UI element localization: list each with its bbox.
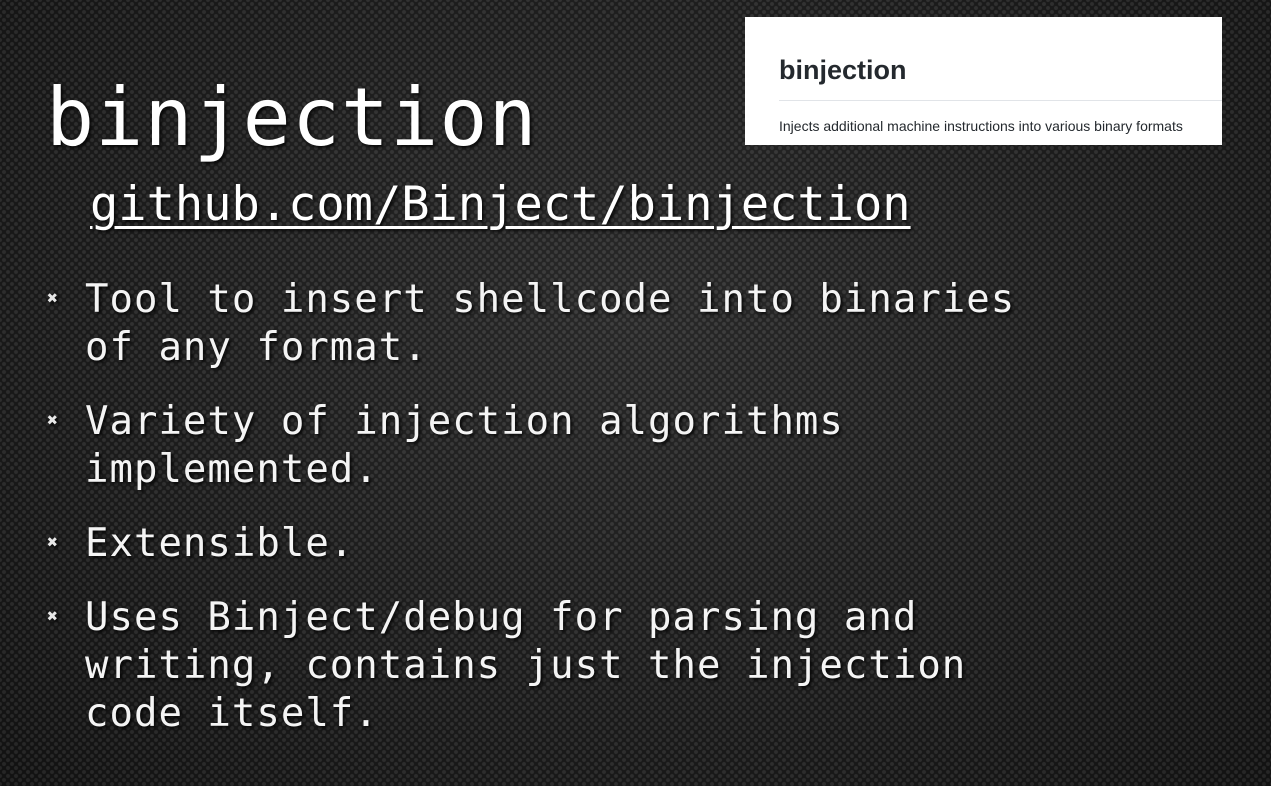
bullet-list: ✖ Tool to insert shellcode into binaries… [44, 276, 1104, 764]
repo-card-description: Injects additional machine instructions … [779, 118, 1183, 134]
repo-link[interactable]: github.com/Binject/binjection [90, 181, 911, 228]
bullet-icon: ✖ [47, 410, 59, 431]
bullet-icon: ✖ [47, 532, 59, 553]
bullet-icon: ✖ [47, 288, 59, 309]
bullet-item: ✖ Extensible. [44, 520, 1104, 568]
bullet-item: ✖ Tool to insert shellcode into binaries… [44, 276, 1104, 372]
repo-card-title: binjection [779, 55, 907, 85]
bullet-text: Variety of injection algorithms implemen… [85, 399, 844, 492]
bullet-item: ✖ Uses Binject/debug for parsing and wri… [44, 594, 1104, 738]
bullet-text: Tool to insert shellcode into binaries o… [85, 277, 1016, 370]
bullet-icon: ✖ [47, 606, 59, 627]
bullet-text: Uses Binject/debug for parsing and writi… [85, 595, 967, 736]
slide-title: binjection [46, 71, 538, 164]
repo-card-screenshot: binjection Injects additional machine in… [745, 17, 1222, 145]
repo-card-divider [779, 100, 1222, 101]
bullet-item: ✖ Variety of injection algorithms implem… [44, 398, 1104, 494]
bullet-text: Extensible. [85, 521, 355, 566]
